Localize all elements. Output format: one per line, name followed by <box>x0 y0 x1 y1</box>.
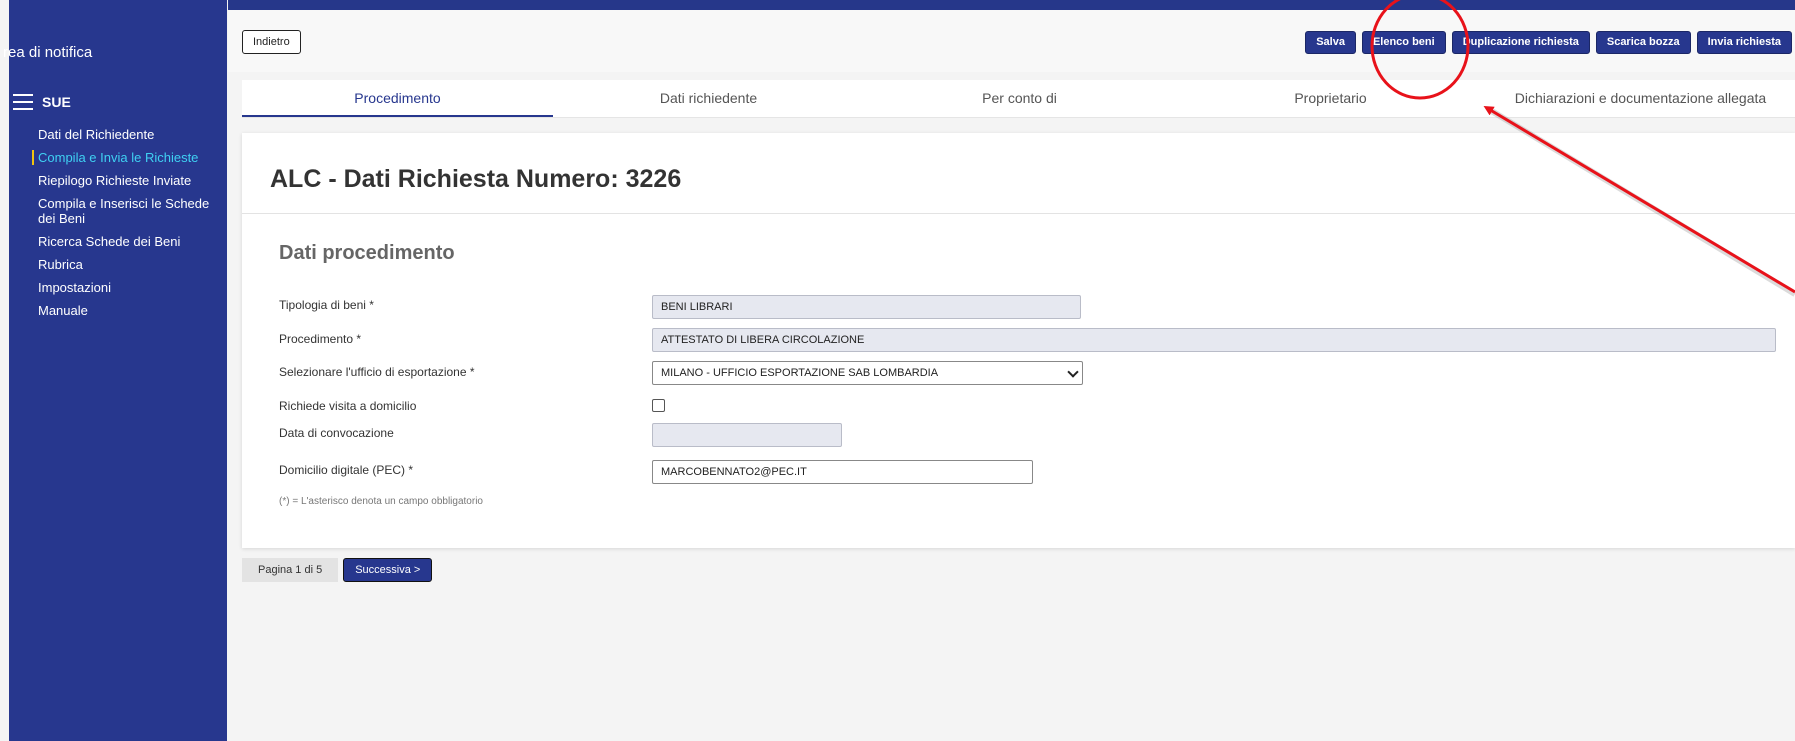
pec-input[interactable]: MARCOBENNATO2@PEC.IT <box>652 460 1033 484</box>
procedimento-label: Procedimento * <box>279 332 362 346</box>
sidebar-item-compila-invia[interactable]: Compila e Invia le Richieste <box>32 150 223 165</box>
menu-icon[interactable] <box>13 94 33 110</box>
sidebar-item-dati-richiedente[interactable]: Dati del Richiedente <box>38 127 223 142</box>
visita-label: Richiede visita a domicilio <box>279 399 417 413</box>
app-window: rea di notifica SUE Dati del Richiedente… <box>0 0 1795 741</box>
ufficio-label: Selezionare l'ufficio di esportazione * <box>279 365 475 379</box>
sidebar-title: rea di notifica <box>3 44 93 61</box>
tab-dati-richiedente[interactable]: Dati richiedente <box>553 80 864 117</box>
tipologia-field: BENI LIBRARI <box>652 295 1081 319</box>
action-buttons: Salva Elenco beni Duplicazione richiesta… <box>1305 31 1792 54</box>
sidebar-item-manuale[interactable]: Manuale <box>38 303 223 318</box>
data-convocazione-field <box>652 423 842 447</box>
sidebar-section-label: SUE <box>42 94 71 110</box>
toolbar: Indietro Salva Elenco beni Duplicazione … <box>228 10 1795 72</box>
top-strip <box>228 0 1795 10</box>
pec-label: Domicilio digitale (PEC) * <box>279 463 414 477</box>
request-panel: ALC - Dati Richiesta Numero: 3226 Dati p… <box>242 133 1795 548</box>
section-title: Dati procedimento <box>279 242 455 264</box>
data-convocazione-label: Data di convocazione <box>279 426 394 440</box>
sidebar-menu: Dati del Richiedente Compila e Invia le … <box>32 127 223 326</box>
tab-proprietario[interactable]: Proprietario <box>1175 80 1486 117</box>
main-content: Indietro Salva Elenco beni Duplicazione … <box>228 10 1795 741</box>
duplicate-request-button[interactable]: Duplicazione richiesta <box>1451 31 1590 54</box>
page-indicator: Pagina 1 di 5 <box>242 558 339 582</box>
sidebar-item-ricerca-schede[interactable]: Ricerca Schede dei Beni <box>38 234 223 249</box>
back-button[interactable]: Indietro <box>242 30 301 54</box>
required-footnote: (*) = L'asterisco denota un campo obblig… <box>279 496 483 507</box>
tab-procedimento[interactable]: Procedimento <box>242 80 553 117</box>
tab-dichiarazioni[interactable]: Dichiarazioni e documentazione allegata <box>1486 80 1795 117</box>
next-page-button[interactable]: Successiva > <box>343 558 433 582</box>
divider <box>242 213 1795 214</box>
sidebar-item-riepilogo[interactable]: Riepilogo Richieste Inviate <box>38 173 223 188</box>
tab-bar: Procedimento Dati richiedente Per conto … <box>242 80 1795 118</box>
elenco-beni-button[interactable]: Elenco beni <box>1361 31 1446 54</box>
download-draft-button[interactable]: Scarica bozza <box>1595 31 1691 54</box>
chevron-down-icon <box>1067 366 1079 378</box>
sidebar: rea di notifica SUE Dati del Richiedente… <box>3 0 227 741</box>
send-request-button[interactable]: Invia richiesta <box>1696 31 1792 54</box>
page-title: ALC - Dati Richiesta Numero: 3226 <box>270 165 682 193</box>
pagination: Pagina 1 di 5 Successiva > <box>242 558 433 582</box>
tipologia-label: Tipologia di beni * <box>279 298 374 312</box>
procedimento-field: ATTESTATO DI LIBERA CIRCOLAZIONE <box>652 328 1776 352</box>
sidebar-item-rubrica[interactable]: Rubrica <box>38 257 223 272</box>
sidebar-section-sue[interactable]: SUE <box>13 94 71 110</box>
sidebar-item-impostazioni[interactable]: Impostazioni <box>38 280 223 295</box>
tab-per-conto-di[interactable]: Per conto di <box>864 80 1175 117</box>
sidebar-item-schede-beni[interactable]: Compila e Inserisci le Schede dei Beni <box>38 196 223 226</box>
visita-checkbox[interactable] <box>652 399 665 412</box>
save-button[interactable]: Salva <box>1305 31 1356 54</box>
ufficio-select[interactable]: MILANO - UFFICIO ESPORTAZIONE SAB LOMBAR… <box>652 361 1083 385</box>
ufficio-select-value: MILANO - UFFICIO ESPORTAZIONE SAB LOMBAR… <box>661 367 939 379</box>
